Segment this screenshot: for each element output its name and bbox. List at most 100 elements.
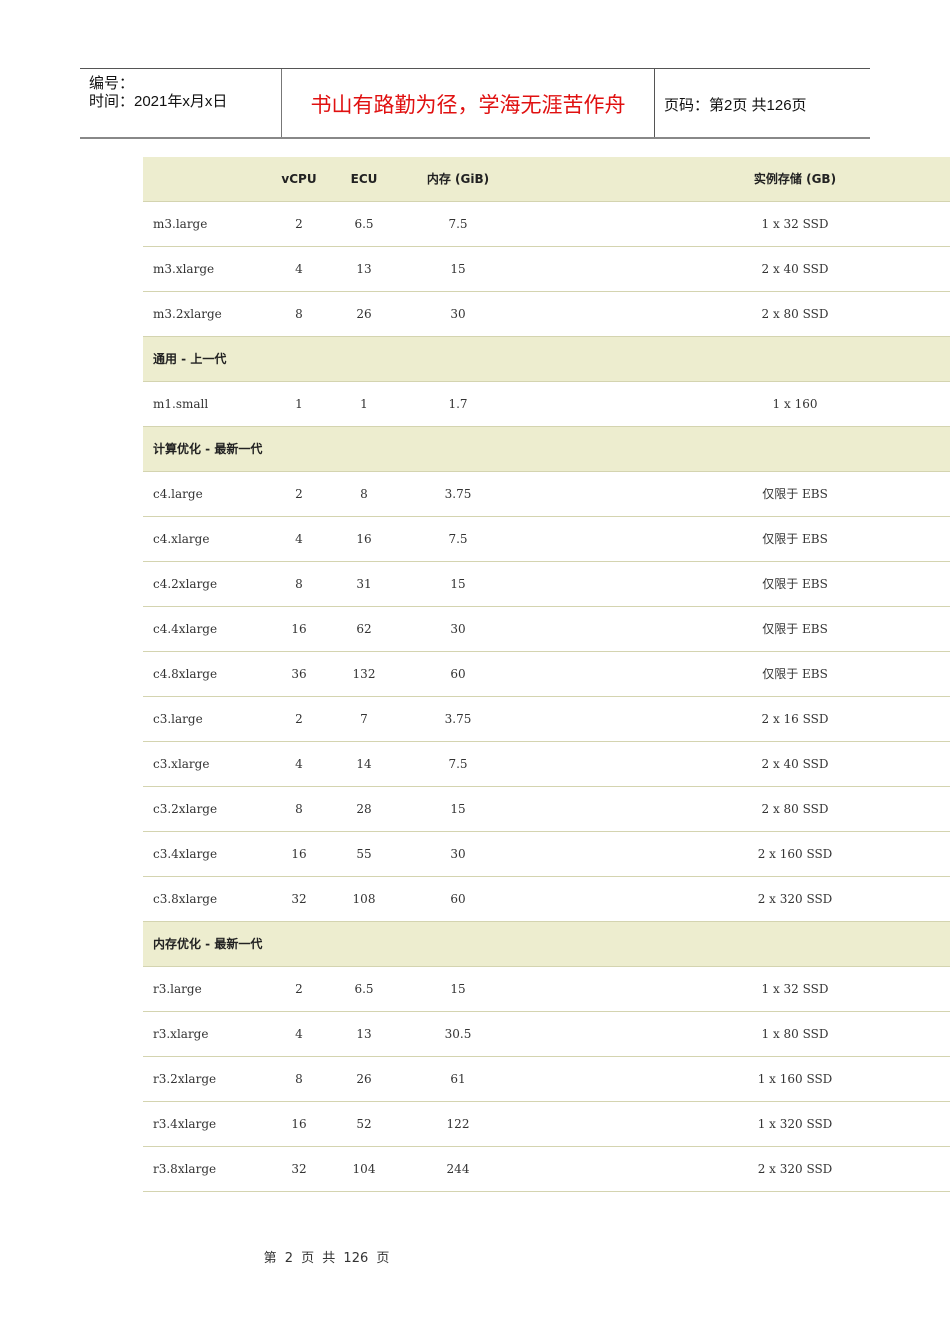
- cell-instance-type: c3.xlarge: [153, 757, 210, 771]
- cell-instance-type: r3.large: [153, 982, 202, 996]
- cell-storage: 仅限于 EBS: [762, 667, 828, 681]
- cell-memory: 60: [450, 892, 466, 906]
- cell-storage: 2 x 80 SSD: [761, 307, 829, 321]
- section-label: 内存优化 - 最新一代: [153, 937, 263, 951]
- cell-ecu: 26: [356, 1072, 372, 1086]
- page-header: 编号： 时间：2021年x月x日 书山有路勤为径，学海无涯苦作舟 页码：第2页 …: [80, 68, 870, 139]
- cell-memory: 15: [450, 262, 466, 276]
- cell-memory: 15: [450, 982, 466, 996]
- cell-instance-type: r3.2xlarge: [153, 1072, 217, 1086]
- table-header-row: vCPU ECU 内存 (GiB) 实例存储 (GB): [143, 157, 950, 202]
- col-header-memory: 内存 (GiB): [426, 172, 490, 186]
- cell-ecu: 13: [356, 1027, 372, 1041]
- cell-storage: 2 x 16 SSD: [761, 712, 829, 726]
- footer-page-number: 第 2 页 共 126 页: [263, 1251, 390, 1266]
- cell-storage: 仅限于 EBS: [762, 622, 828, 636]
- cell-storage: 1 x 320 SSD: [757, 1117, 833, 1131]
- table-row: m3.2xlarge 8 26 30 2 x 80 SSD: [143, 292, 950, 337]
- cell-vcpu: 2: [295, 217, 303, 231]
- table-row: c4.xlarge 4 16 7.5 仅限于 EBS: [143, 517, 950, 562]
- cell-memory: 122: [446, 1117, 470, 1131]
- cell-vcpu: 32: [291, 1162, 307, 1176]
- cell-instance-type: c4.8xlarge: [153, 667, 218, 681]
- cell-memory: 1.7: [448, 397, 468, 411]
- cell-instance-type: m3.large: [153, 217, 208, 231]
- cell-memory: 60: [450, 667, 466, 681]
- page-label: 页码：第2页 共126页: [664, 97, 807, 114]
- cell-vcpu: 4: [295, 1027, 303, 1041]
- col-header-storage: 实例存储 (GB): [753, 172, 837, 186]
- cell-memory: 30.5: [444, 1027, 472, 1041]
- cell-instance-type: m3.xlarge: [153, 262, 215, 276]
- cell-vcpu: 8: [295, 577, 303, 591]
- cell-ecu: 26: [356, 307, 372, 321]
- cell-vcpu: 4: [295, 262, 303, 276]
- cell-instance-type: c4.xlarge: [153, 532, 210, 546]
- col-header-vcpu: vCPU: [281, 172, 317, 186]
- table-row: m3.large 2 6.5 7.5 1 x 32 SSD: [143, 202, 950, 247]
- section-label: 计算优化 - 最新一代: [153, 442, 263, 456]
- table-row: c4.8xlarge 36 132 60 仅限于 EBS: [143, 652, 950, 697]
- cell-ecu: 7: [360, 712, 368, 726]
- cell-memory: 30: [450, 307, 466, 321]
- cell-instance-type: c3.4xlarge: [153, 847, 218, 861]
- cell-ecu: 31: [356, 577, 372, 591]
- table-row: r3.large 2 6.5 15 1 x 32 SSD: [143, 967, 950, 1012]
- cell-vcpu: 16: [291, 847, 307, 861]
- table-row: c3.8xlarge 32 108 60 2 x 320 SSD: [143, 877, 950, 922]
- cell-instance-type: m3.2xlarge: [153, 307, 222, 321]
- cell-storage: 2 x 320 SSD: [757, 1162, 833, 1176]
- cell-storage: 1 x 80 SSD: [761, 1027, 829, 1041]
- cell-vcpu: 16: [291, 1117, 307, 1131]
- section-label: 通用 - 上一代: [153, 352, 227, 366]
- cell-ecu: 1: [360, 397, 368, 411]
- cell-vcpu: 8: [295, 1072, 303, 1086]
- section-row: 通用 - 上一代: [143, 337, 950, 382]
- cell-storage: 1 x 160: [772, 397, 818, 411]
- cell-vcpu: 1: [295, 397, 303, 411]
- cell-storage: 2 x 80 SSD: [761, 802, 829, 816]
- header-motto-cell: 书山有路勤为径，学海无涯苦作舟: [282, 69, 655, 137]
- table-row: c4.large 2 8 3.75 仅限于 EBS: [143, 472, 950, 517]
- cell-ecu: 132: [352, 667, 376, 681]
- section-row: 计算优化 - 最新一代: [143, 427, 950, 472]
- cell-instance-type: r3.8xlarge: [153, 1162, 217, 1176]
- cell-storage: 仅限于 EBS: [762, 487, 828, 501]
- cell-memory: 244: [446, 1162, 470, 1176]
- cell-storage: 1 x 32 SSD: [761, 982, 829, 996]
- table-row: c3.2xlarge 8 28 15 2 x 80 SSD: [143, 787, 950, 832]
- cell-ecu: 8: [360, 487, 368, 501]
- cell-ecu: 6.5: [354, 217, 374, 231]
- cell-instance-type: c4.2xlarge: [153, 577, 218, 591]
- motto: 书山有路勤为径，学海无涯苦作舟: [310, 93, 626, 117]
- cell-storage: 2 x 40 SSD: [761, 262, 829, 276]
- cell-instance-type: c3.8xlarge: [153, 892, 218, 906]
- table-row: r3.xlarge 4 13 30.5 1 x 80 SSD: [143, 1012, 950, 1057]
- cell-instance-type: c3.2xlarge: [153, 802, 218, 816]
- table-row: c4.4xlarge 16 62 30 仅限于 EBS: [143, 607, 950, 652]
- cell-vcpu: 2: [295, 712, 303, 726]
- cell-memory: 7.5: [448, 757, 468, 771]
- table-row: m3.xlarge 4 13 15 2 x 40 SSD: [143, 247, 950, 292]
- cell-storage: 1 x 32 SSD: [761, 217, 829, 231]
- cell-instance-type: m1.small: [153, 397, 209, 411]
- cell-vcpu: 36: [291, 667, 307, 681]
- cell-storage: 2 x 320 SSD: [757, 892, 833, 906]
- cell-instance-type: c4.4xlarge: [153, 622, 218, 636]
- cell-instance-type: c3.large: [153, 712, 203, 726]
- time-label: 时间：2021年x月x日: [89, 93, 228, 110]
- cell-memory: 7.5: [448, 217, 468, 231]
- cell-memory: 15: [450, 577, 466, 591]
- cell-storage: 仅限于 EBS: [762, 532, 828, 546]
- instance-table: vCPU ECU 内存 (GiB) 实例存储 (GB) m3.large 2 6.5…: [143, 157, 950, 1192]
- header-page-cell: 页码：第2页 共126页: [655, 69, 870, 137]
- cell-vcpu: 8: [295, 802, 303, 816]
- cell-memory: 7.5: [448, 532, 468, 546]
- cell-memory: 61: [450, 1072, 466, 1086]
- cell-storage: 2 x 160 SSD: [757, 847, 833, 861]
- cell-ecu: 52: [356, 1117, 372, 1131]
- cell-instance-type: c4.large: [153, 487, 203, 501]
- cell-vcpu: 8: [295, 307, 303, 321]
- section-row: 内存优化 - 最新一代: [143, 922, 950, 967]
- table-row: r3.8xlarge 32 104 244 2 x 320 SSD: [143, 1147, 950, 1192]
